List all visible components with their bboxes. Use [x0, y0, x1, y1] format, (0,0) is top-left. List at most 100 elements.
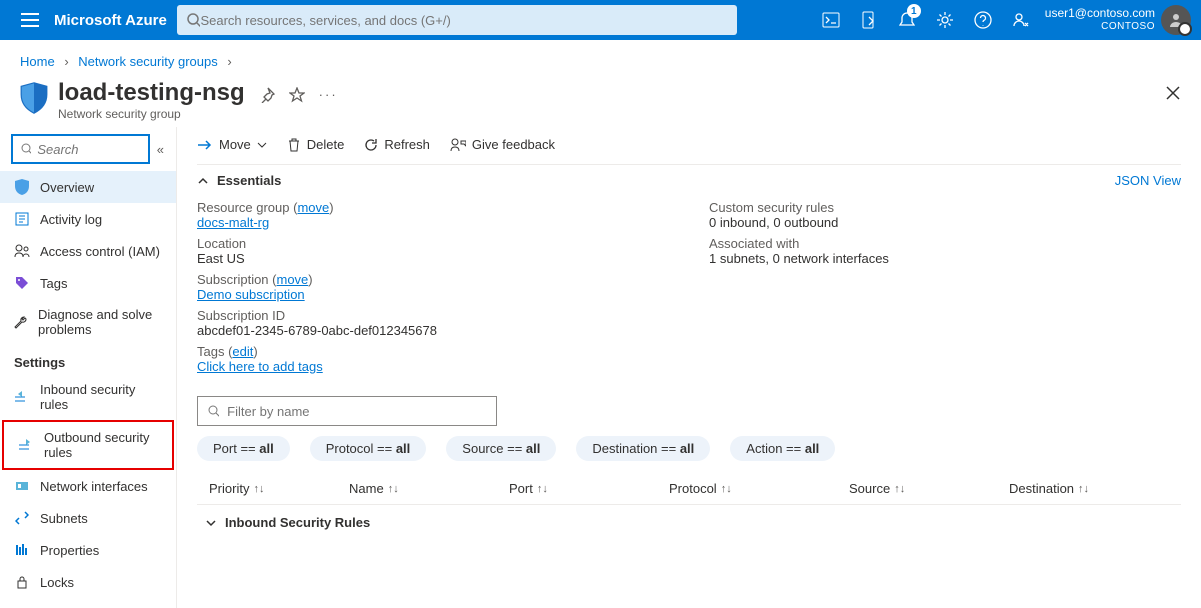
col-name[interactable]: Name ↑↓ — [349, 481, 509, 496]
inbound-section-row[interactable]: Inbound Security Rules — [197, 504, 1181, 540]
page-subtitle: Network security group — [58, 107, 245, 121]
nic-icon — [14, 478, 30, 494]
avatar[interactable] — [1161, 5, 1191, 35]
inbound-icon — [14, 389, 30, 405]
pill-destination[interactable]: Destination == all — [576, 436, 710, 461]
outbound-icon — [18, 437, 34, 453]
chevron-right-icon: › — [227, 54, 231, 69]
collapse-icon[interactable]: « — [157, 142, 164, 157]
sidebar-item-overview[interactable]: Overview — [0, 171, 176, 203]
chevron-down-icon — [257, 142, 267, 148]
shield-icon — [14, 179, 30, 195]
add-tags-link[interactable]: Click here to add tags — [197, 359, 323, 374]
move-link[interactable]: move — [277, 272, 309, 287]
move-button[interactable]: Move — [197, 137, 267, 152]
sidebar-item-properties[interactable]: Properties — [0, 534, 176, 566]
sidebar-item-label: Access control (IAM) — [40, 244, 160, 259]
arrow-right-icon — [197, 138, 213, 152]
close-button[interactable] — [1165, 85, 1181, 101]
wrench-icon — [14, 314, 28, 330]
feedback-icon[interactable] — [1003, 0, 1039, 40]
col-source[interactable]: Source ↑↓ — [849, 481, 1009, 496]
sidebar-item-diagnose[interactable]: Diagnose and solve problems — [0, 299, 176, 345]
sort-icon: ↑↓ — [1078, 483, 1089, 495]
notifications-icon[interactable]: 1 — [889, 0, 925, 40]
pin-icon[interactable] — [259, 87, 275, 103]
subnet-icon — [14, 510, 30, 526]
refresh-button[interactable]: Refresh — [364, 137, 430, 152]
sort-icon: ↑↓ — [537, 483, 548, 495]
chevron-down-icon — [205, 517, 217, 529]
cmd-label: Refresh — [384, 137, 430, 152]
sidebar-item-activity-log[interactable]: Activity log — [0, 203, 176, 235]
ess-associated: Associated with 1 subnets, 0 network int… — [709, 236, 1181, 266]
move-link[interactable]: move — [297, 200, 329, 215]
json-view-link[interactable]: JSON View — [1115, 173, 1181, 188]
breadcrumb-home[interactable]: Home — [20, 54, 55, 69]
sort-icon: ↑↓ — [894, 483, 905, 495]
sidebar-item-iam[interactable]: Access control (IAM) — [0, 235, 176, 267]
sidebar-item-subnets[interactable]: Subnets — [0, 502, 176, 534]
breadcrumb: Home › Network security groups › — [0, 40, 1201, 79]
essentials-header[interactable]: Essentials JSON View — [197, 164, 1181, 196]
col-port[interactable]: Port ↑↓ — [509, 481, 669, 496]
sidebar-item-locks[interactable]: Locks — [0, 566, 176, 598]
sort-icon: ↑↓ — [253, 483, 264, 495]
sidebar-item-tags[interactable]: Tags — [0, 267, 176, 299]
help-icon[interactable] — [965, 0, 1001, 40]
pill-source[interactable]: Source == all — [446, 436, 556, 461]
sort-icon: ↑↓ — [721, 483, 732, 495]
edit-link[interactable]: edit — [232, 344, 253, 359]
search-icon — [187, 13, 201, 27]
pill-port[interactable]: Port == all — [197, 436, 290, 461]
sidebar-item-label: Inbound security rules — [40, 382, 162, 412]
rg-link[interactable]: docs-malt-rg — [197, 215, 269, 230]
col-priority[interactable]: Priority ↑↓ — [209, 481, 349, 496]
sub-link[interactable]: Demo subscription — [197, 287, 305, 302]
sidebar-item-label: Activity log — [40, 212, 102, 227]
global-search-input[interactable] — [200, 13, 726, 28]
sidebar-item-label: Properties — [40, 543, 99, 558]
properties-icon — [14, 542, 30, 558]
brand-label[interactable]: Microsoft Azure — [54, 12, 167, 29]
notification-badge: 1 — [907, 4, 921, 18]
directory-icon[interactable] — [851, 0, 887, 40]
col-protocol[interactable]: Protocol ↑↓ — [669, 481, 849, 496]
ess-location: Location East US — [197, 236, 669, 266]
sidebar-item-label: Subnets — [40, 511, 88, 526]
sidebar-item-outbound-rules[interactable]: Outbound security rules — [4, 422, 172, 468]
hamburger-menu-icon[interactable] — [10, 13, 50, 27]
search-icon — [208, 405, 219, 417]
iam-icon — [14, 243, 30, 259]
log-icon — [14, 211, 30, 227]
breadcrumb-nsg[interactable]: Network security groups — [78, 54, 217, 69]
search-icon — [21, 143, 31, 155]
sidebar-item-label: Locks — [40, 575, 74, 590]
settings-gear-icon[interactable] — [927, 0, 963, 40]
ess-tags: Tags (edit) Click here to add tags — [197, 344, 669, 374]
sidebar-item-inbound-rules[interactable]: Inbound security rules — [0, 374, 176, 420]
sidebar-item-network-interfaces[interactable]: Network interfaces — [0, 470, 176, 502]
sidebar-search[interactable] — [12, 135, 149, 163]
cloud-shell-icon[interactable] — [813, 0, 849, 40]
user-email: user1@contoso.com — [1045, 7, 1155, 21]
global-search[interactable] — [177, 5, 737, 35]
sidebar-item-label: Outbound security rules — [44, 430, 158, 460]
ess-resource-group: Resource group (move) docs-malt-rg — [197, 200, 669, 230]
page-header: load-testing-nsg Network security group … — [0, 79, 1201, 127]
tag-icon — [14, 275, 30, 291]
star-icon[interactable] — [289, 87, 305, 103]
feedback-button[interactable]: Give feedback — [450, 137, 555, 152]
pill-protocol[interactable]: Protocol == all — [310, 436, 427, 461]
pill-action[interactable]: Action == all — [730, 436, 835, 461]
page-title: load-testing-nsg — [58, 79, 245, 107]
delete-button[interactable]: Delete — [287, 137, 345, 152]
user-info[interactable]: user1@contoso.com CONTOSO — [1045, 7, 1155, 32]
filter-by-name[interactable] — [197, 396, 497, 426]
filter-input[interactable] — [227, 404, 486, 419]
more-icon[interactable]: ··· — [319, 87, 338, 103]
top-icon-group: 1 — [813, 0, 1039, 40]
sidebar-search-input[interactable] — [37, 142, 139, 157]
cmd-label: Delete — [307, 137, 345, 152]
col-destination[interactable]: Destination ↑↓ — [1009, 481, 1169, 496]
